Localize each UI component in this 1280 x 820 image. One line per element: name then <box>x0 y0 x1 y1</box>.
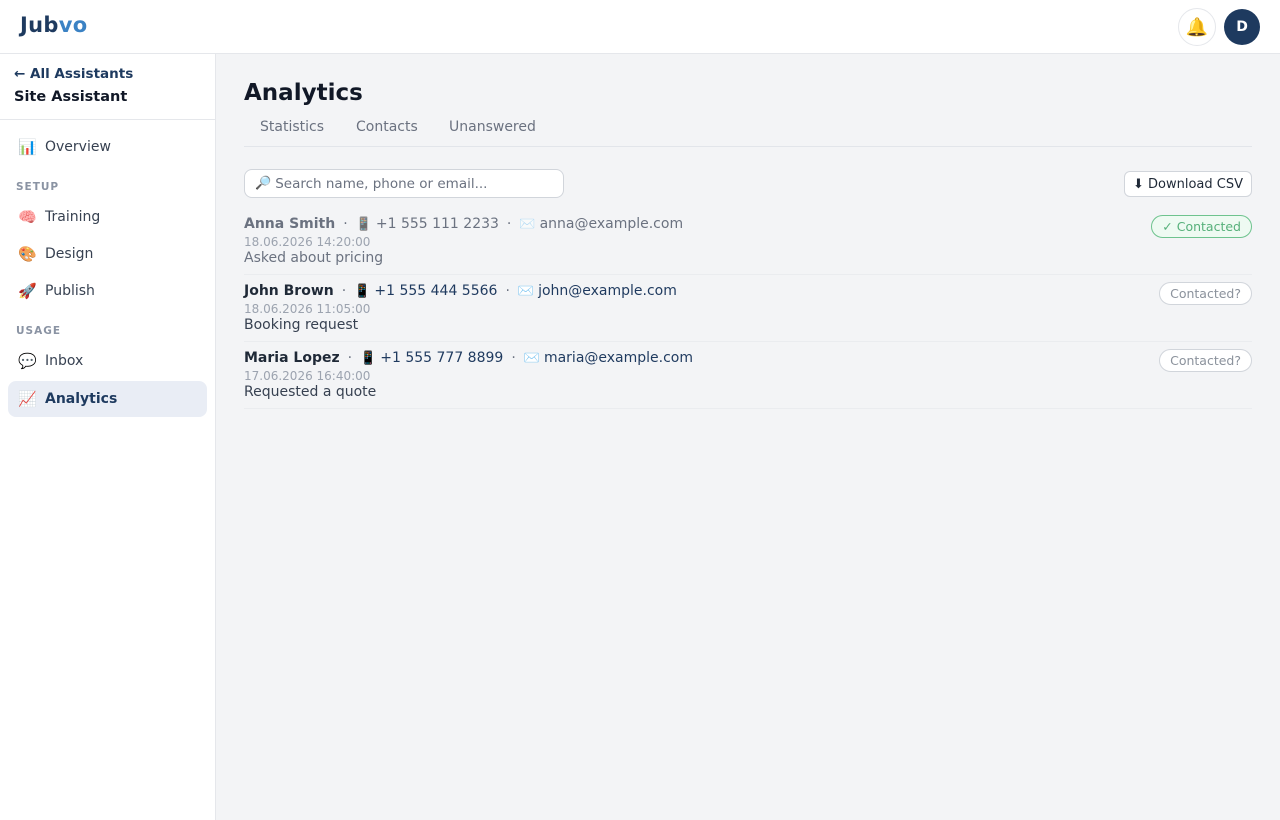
contact-list: Anna Smith · 📱 +1 555 111 2233 · ✉️ anna@examp… <box>244 208 1252 409</box>
contact-phone[interactable]: +1 555 111 2233 <box>376 216 499 232</box>
sidebar-item-label: Design <box>45 246 94 262</box>
bell-icon: 🔔 <box>1185 16 1209 38</box>
sidebar-item-label: Publish <box>45 283 95 299</box>
sidebar-item-label: Analytics <box>45 391 118 407</box>
list-item: John Brown · 📱 +1 555 444 5566 · ✉️ john@examp… <box>244 275 1252 342</box>
search-icon: 🔎 <box>255 176 272 191</box>
page-title: Analytics <box>244 80 363 106</box>
palette-icon: 🎨 <box>18 245 37 263</box>
sidebar-item-label: Training <box>45 209 101 225</box>
sidebar-divider <box>0 119 215 120</box>
contact-email[interactable]: john@example.com <box>538 283 677 299</box>
contact-note: Requested a quote <box>244 384 377 400</box>
sidebar-item-label: Overview <box>45 139 111 155</box>
notifications-button[interactable]: 🔔 <box>1178 8 1216 46</box>
list-item: Maria Lopez · 📱 +1 555 777 8899 · ✉️ maria@exa… <box>244 342 1252 409</box>
sidebar-item-publish[interactable]: 🚀 Publish <box>8 273 207 309</box>
avatar[interactable]: D <box>1224 9 1260 45</box>
speech-bubble-icon: 💬 <box>18 352 37 370</box>
tab-statistics[interactable]: Statistics <box>260 119 324 135</box>
contact-date: 18.06.2026 11:05:00 <box>244 302 371 316</box>
list-item: Anna Smith · 📱 +1 555 111 2233 · ✉️ anna@examp… <box>244 208 1252 275</box>
sidebar-item-design[interactable]: 🎨 Design <box>8 236 207 272</box>
contact-name: Anna Smith <box>244 216 336 232</box>
contact-date: 18.06.2026 14:20:00 <box>244 235 371 249</box>
bar-chart-icon: 📊 <box>18 138 37 156</box>
phone-icon: 📱 <box>355 217 372 232</box>
contact-note: Booking request <box>244 317 359 333</box>
contact-email[interactable]: maria@example.com <box>544 350 693 366</box>
contact-date: 17.06.2026 16:40:00 <box>244 369 371 383</box>
envelope-icon: ✉️ <box>519 217 536 232</box>
phone-icon: 📱 <box>360 351 377 366</box>
contact-note: Asked about pricing <box>244 250 384 266</box>
contact-name: Maria Lopez <box>244 350 340 366</box>
envelope-icon: ✉️ <box>523 351 540 366</box>
tab-unanswered[interactable]: Unanswered <box>449 119 536 135</box>
rocket-icon: 🚀 <box>18 282 37 300</box>
contact-info: Maria Lopez · 📱 +1 555 777 8899 · ✉️ maria@exa… <box>244 350 694 366</box>
download-csv-button[interactable]: ⬇ Download CSV <box>1124 171 1252 197</box>
search-box[interactable]: 🔎 <box>244 169 564 198</box>
tab-contacts[interactable]: Contacts <box>356 119 418 135</box>
contact-phone[interactable]: +1 555 444 5566 <box>374 283 497 299</box>
tab-bar: Statistics Contacts Unanswered <box>244 118 1252 147</box>
envelope-icon: ✉️ <box>517 284 535 299</box>
contact-info: John Brown · 📱 +1 555 444 5566 · ✉️ john@examp… <box>244 283 677 299</box>
section-label-usage: USAGE <box>16 325 62 337</box>
line-chart-icon: 📈 <box>18 390 37 408</box>
sidebar-item-label: Inbox <box>45 353 84 369</box>
assistant-name: Site Assistant <box>14 89 128 105</box>
contact-email[interactable]: anna@example.com <box>540 216 684 232</box>
status-badge[interactable]: Contacted? <box>1159 282 1252 305</box>
sidebar-item-inbox[interactable]: 💬 Inbox <box>8 343 207 379</box>
contact-name: John Brown <box>244 283 334 299</box>
logo[interactable]: Jubvo <box>20 13 87 37</box>
contact-phone[interactable]: +1 555 777 8899 <box>380 350 503 366</box>
contact-info: Anna Smith · 📱 +1 555 111 2233 · ✉️ anna@examp… <box>244 216 684 232</box>
sidebar-item-analytics[interactable]: 📈 Analytics <box>8 381 207 417</box>
sidebar-item-overview[interactable]: 📊 Overview <box>8 129 207 165</box>
sidebar-item-training[interactable]: 🧠 Training <box>8 199 207 235</box>
sidebar: ← All Assistants Site Assistant 📊 Overvi… <box>0 54 216 820</box>
logo-part-2: vo <box>58 13 88 37</box>
search-input[interactable] <box>275 175 556 192</box>
logo-part-1: Jub <box>20 13 59 37</box>
phone-icon: 📱 <box>354 284 371 299</box>
main-content: Analytics Statistics Contacts Unanswered… <box>216 54 1280 820</box>
brain-icon: 🧠 <box>18 208 37 226</box>
status-badge[interactable]: Contacted? <box>1159 349 1252 372</box>
status-badge[interactable]: ✓ Contacted <box>1151 215 1252 238</box>
section-label-setup: SETUP <box>16 181 60 193</box>
top-bar: Jubvo 🔔 D <box>0 0 1280 54</box>
all-assistants-link[interactable]: ← All Assistants <box>14 66 133 82</box>
